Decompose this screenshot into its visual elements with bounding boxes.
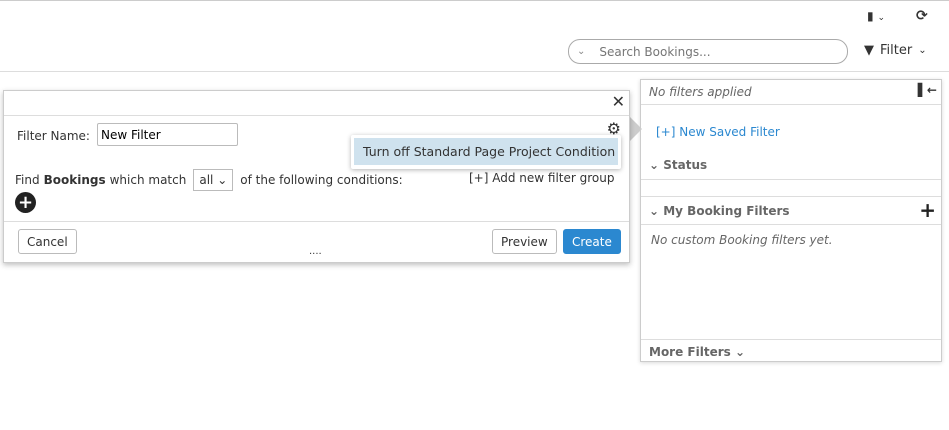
cancel-button[interactable]: Cancel — [18, 229, 77, 254]
collapse-panel-icon[interactable]: ▌← — [918, 83, 937, 97]
dialog-footer-divider — [4, 221, 629, 222]
top-border — [0, 0, 949, 1]
match-text: which match — [109, 173, 187, 187]
match-sentence: Find Bookings which match all ⌄ of the f… — [15, 169, 403, 191]
my-filters-label: My Booking Filters — [663, 204, 790, 218]
create-button[interactable]: Create — [563, 229, 621, 254]
search-input[interactable] — [597, 43, 828, 60]
document-icon: ▮ — [867, 9, 874, 23]
preview-button[interactable]: Preview — [492, 229, 557, 254]
status-label: Status — [663, 158, 708, 172]
menu-item-turn-off-standard-condition[interactable]: Turn off Standard Page Project Condition — [354, 138, 618, 165]
more-filters-button[interactable]: More Filters ⌄ — [641, 339, 941, 364]
chevron-down-icon[interactable]: ⌄ — [577, 46, 585, 57]
chevron-down-icon: ⌄ — [918, 45, 927, 56]
filter-panel: No filters applied ▌← [+] New Saved Filt… — [640, 79, 942, 362]
match-value: all — [199, 173, 214, 187]
no-filters-text: No filters applied — [649, 85, 752, 99]
filter-name-label: Filter Name: — [17, 129, 90, 143]
entity-name: Bookings — [43, 173, 106, 187]
more-filters-label: More Filters — [649, 345, 731, 359]
search-box[interactable]: ⌄ — [568, 39, 848, 64]
header-divider — [0, 71, 949, 72]
filter-label: Filter — [880, 43, 913, 58]
add-filter-icon[interactable]: + — [919, 198, 936, 222]
new-saved-filter-link[interactable]: [+] New Saved Filter — [656, 125, 780, 139]
close-icon[interactable]: ✕ — [612, 92, 625, 111]
gear-menu: Turn off Standard Page Project Condition — [351, 135, 621, 169]
panel-header: No filters applied ▌← — [641, 80, 941, 105]
filter-button[interactable]: ▼ Filter ⌄ — [864, 43, 927, 58]
refresh-icon[interactable]: ⟳ — [916, 8, 928, 24]
my-filters-section[interactable]: ⌄ My Booking Filters + — [641, 197, 941, 225]
filter-dialog: ✕ ⚙ Filter Name: Find Bookings which mat… — [3, 90, 630, 263]
filter-name-input[interactable] — [97, 123, 238, 146]
add-condition-icon[interactable]: + — [15, 192, 36, 213]
resize-handle[interactable]: .... — [309, 246, 322, 257]
dialog-header-divider — [4, 115, 629, 116]
conditions-text: of the following conditions: — [240, 173, 403, 187]
funnel-icon: ▼ — [864, 43, 874, 58]
add-filter-group-link[interactable]: [+] Add new filter group — [469, 171, 614, 185]
find-text: Find — [15, 173, 40, 187]
export-button[interactable]: ▮ ⌄ — [867, 9, 885, 23]
pointer-arrow — [630, 117, 642, 141]
status-section[interactable]: ⌄ Status — [641, 150, 941, 180]
match-select[interactable]: all ⌄ — [193, 169, 234, 191]
chevron-down-icon: ⌄ — [877, 13, 885, 23]
status-content — [641, 180, 941, 197]
no-custom-filters-text: No custom Booking filters yet. — [651, 233, 833, 247]
